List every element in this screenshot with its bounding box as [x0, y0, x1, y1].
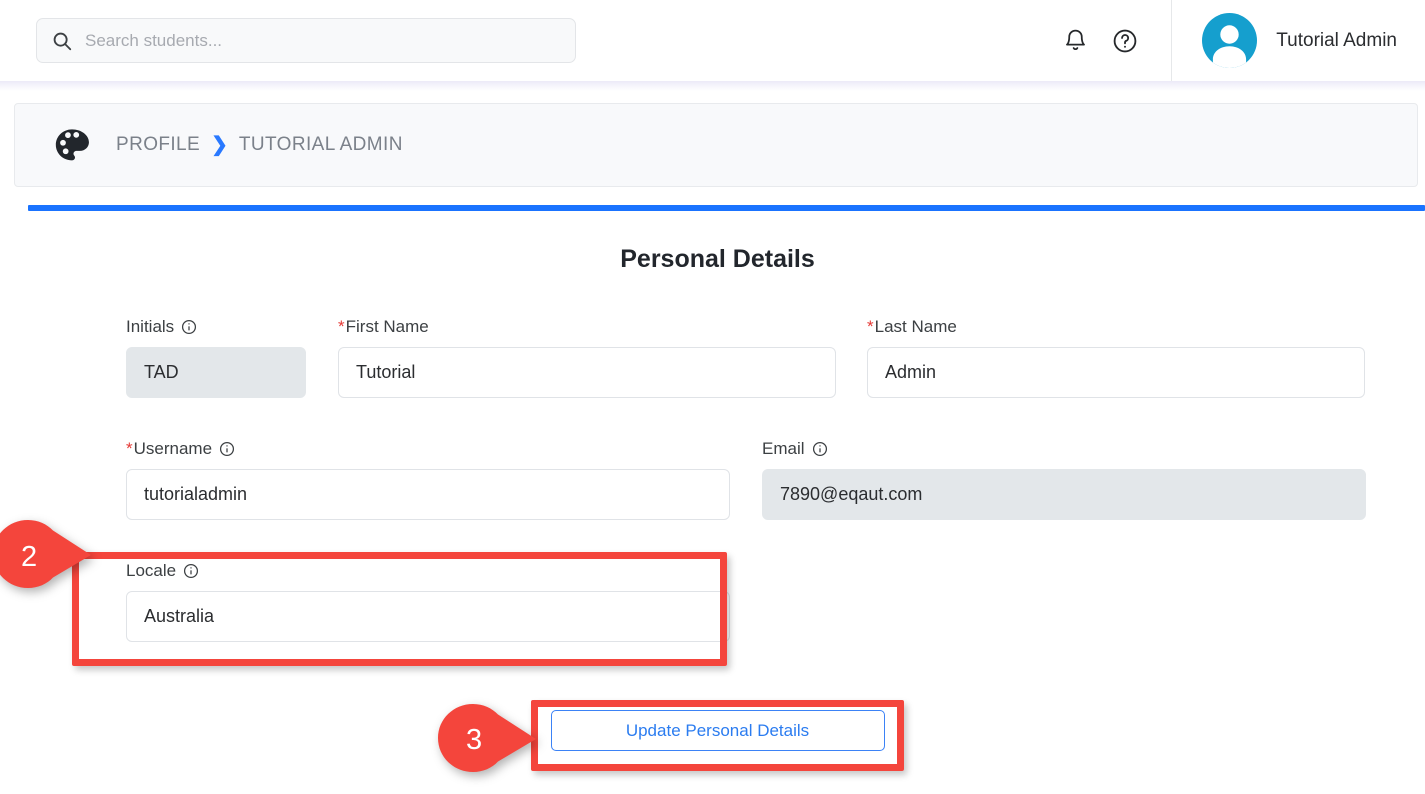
update-personal-details-button[interactable]: Update Personal Details [550, 710, 885, 751]
help-circle-icon [1112, 28, 1138, 54]
app-header: Tutorial Admin [0, 0, 1425, 91]
username-label-text: Username [133, 439, 213, 458]
first-name-label-text: First Name [345, 317, 429, 336]
search-input[interactable] [85, 19, 561, 62]
locale-label-text: Locale [126, 561, 177, 580]
info-icon[interactable] [181, 319, 197, 335]
card-accent-bar [28, 205, 1425, 211]
form-row-names: Initials TAD * First Name Tutorial * Las… [126, 317, 1366, 398]
locale-field-group: Locale Australia [126, 561, 730, 642]
page-root: Tutorial Admin PROFILE ❯ TUTORIAL ADMIN … [0, 0, 1425, 794]
bell-icon [1063, 28, 1088, 53]
username-input[interactable]: tutorialadmin [126, 469, 730, 520]
avatar [1202, 13, 1258, 68]
user-avatar-icon [1213, 25, 1247, 68]
email-field-group: Email 7890@eqaut.com [762, 439, 1366, 520]
last-name-label-text: Last Name [874, 317, 957, 336]
user-menu[interactable]: Tutorial Admin [1172, 13, 1425, 68]
search-icon [51, 30, 73, 52]
search-box[interactable] [36, 18, 576, 63]
first-name-field-group: * First Name Tutorial [338, 317, 836, 398]
required-asterisk: * [338, 317, 345, 336]
page-title: Personal Details [620, 245, 815, 273]
initials-label: Initials [126, 317, 306, 337]
breadcrumb: PROFILE ❯ TUTORIAL ADMIN [14, 103, 1418, 187]
last-name-label: * Last Name [867, 317, 1365, 337]
initials-label-text: Initials [126, 317, 175, 336]
header-right-cluster: Tutorial Admin [1053, 0, 1425, 81]
last-name-input[interactable]: Admin [867, 347, 1365, 398]
last-name-field-group: * Last Name Admin [867, 317, 1365, 398]
help-button[interactable] [1103, 19, 1147, 63]
form-actions: Update Personal Details [28, 710, 1407, 751]
palette-icon [52, 125, 92, 165]
locale-label: Locale [126, 561, 730, 581]
first-name-label: * First Name [338, 317, 836, 337]
initials-input: TAD [126, 347, 306, 398]
user-name-label: Tutorial Admin [1276, 29, 1397, 51]
breadcrumb-item-profile[interactable]: PROFILE [116, 134, 200, 156]
chevron-right-icon: ❯ [211, 134, 228, 156]
initials-field-group: Initials TAD [126, 317, 306, 398]
required-asterisk: * [867, 317, 874, 336]
info-icon[interactable] [812, 441, 828, 457]
info-icon[interactable] [183, 563, 199, 579]
required-asterisk: * [126, 439, 133, 458]
email-label: Email [762, 439, 1366, 459]
info-icon[interactable] [219, 441, 235, 457]
breadcrumb-items: PROFILE ❯ TUTORIAL ADMIN [116, 134, 403, 156]
form-row-account: * Username tutorialadmin Email 7890@eqau… [126, 439, 1366, 520]
username-label: * Username [126, 439, 730, 459]
notifications-button[interactable] [1053, 19, 1097, 63]
email-label-text: Email [762, 439, 805, 458]
locale-input[interactable]: Australia [126, 591, 730, 642]
first-name-input[interactable]: Tutorial [338, 347, 836, 398]
breadcrumb-item-current: TUTORIAL ADMIN [238, 134, 403, 155]
username-field-group: * Username tutorialadmin [126, 439, 730, 520]
personal-details-card: Personal Details Initials TAD * First Na… [28, 205, 1425, 765]
email-input: 7890@eqaut.com [762, 469, 1366, 520]
